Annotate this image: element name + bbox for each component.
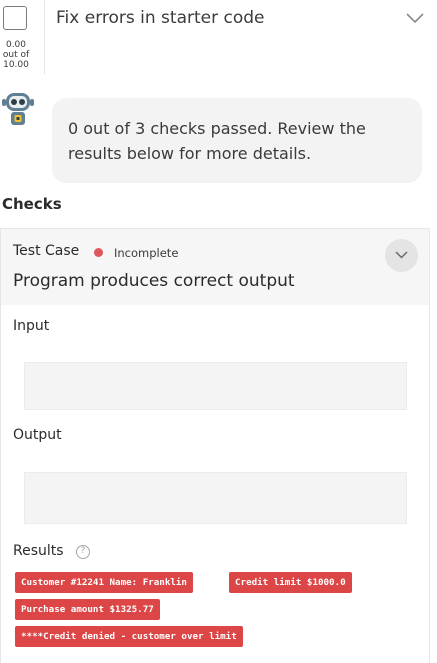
score-max: 10.00 bbox=[3, 60, 29, 70]
feedback-message: 0 out of 3 checks passed. Review the res… bbox=[52, 98, 422, 183]
test-case-label: Test Case bbox=[13, 243, 80, 259]
assignment-header: 0.00 out of 10.00 Fix errors in starter … bbox=[0, 0, 437, 74]
result-chip: ****Credit denied - customer over limit bbox=[15, 626, 243, 647]
chevron-down-icon[interactable] bbox=[404, 10, 426, 26]
chevron-down-icon bbox=[395, 251, 408, 259]
input-label: Input bbox=[13, 318, 50, 334]
results-label: Results bbox=[13, 543, 64, 559]
test-case-name: Program produces correct output bbox=[13, 271, 295, 291]
assignment-title: Fix errors in starter code bbox=[56, 8, 265, 28]
checks-heading: Checks bbox=[2, 195, 62, 213]
status-dot-icon bbox=[94, 248, 103, 257]
status-badge: Incomplete bbox=[114, 246, 179, 260]
output-box bbox=[24, 472, 407, 524]
collapse-button[interactable] bbox=[385, 239, 418, 272]
score-out-of: out of bbox=[2, 50, 30, 60]
complete-checkbox[interactable] bbox=[3, 6, 27, 30]
result-chip: Customer #12241 Name: Franklin bbox=[15, 572, 193, 593]
help-icon[interactable]: ? bbox=[76, 545, 90, 559]
input-box bbox=[24, 362, 407, 410]
result-chip: Credit limit $1000.0 bbox=[229, 572, 352, 593]
output-label: Output bbox=[13, 427, 62, 443]
score-value: 0.00 bbox=[5, 40, 27, 50]
test-case-header[interactable]: Test Case Incomplete Program produces co… bbox=[1, 229, 429, 305]
score-column: 0.00 out of 10.00 bbox=[0, 0, 45, 74]
score-display: 0.00 out of 10.00 bbox=[0, 40, 32, 70]
test-case-card: Test Case Incomplete Program produces co… bbox=[0, 228, 430, 663]
result-chip: Purchase amount $1325.77 bbox=[15, 599, 160, 620]
robot-avatar-icon bbox=[2, 93, 34, 125]
